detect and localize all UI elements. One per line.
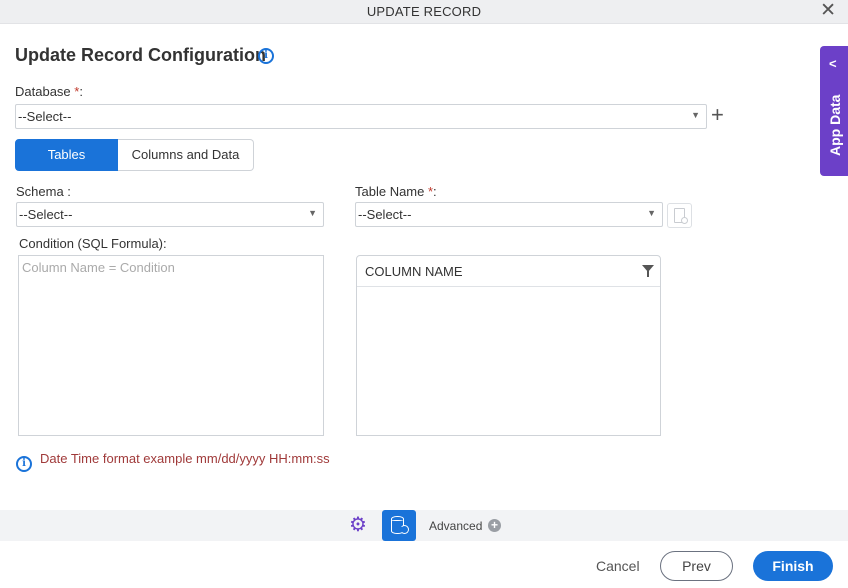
page-title: Update Record Configuration (15, 45, 266, 65)
database-label-text: Database (15, 84, 75, 99)
condition-input[interactable]: Column Name = Condition (18, 255, 324, 436)
refresh-icon (400, 525, 409, 534)
dropdown-arrow-icon: ▼ (691, 110, 700, 120)
label-suffix: : (433, 184, 437, 199)
finish-button[interactable]: Finish (753, 551, 833, 581)
label-suffix: : (79, 84, 83, 99)
date-format-note: i Date Time format example mm/dd/yyyy HH:… (16, 451, 330, 472)
database-select-value: --Select-- (18, 109, 72, 124)
info-icon: i (16, 456, 32, 472)
schema-label: Schema : (16, 184, 71, 199)
table-name-select[interactable]: --Select-- ▼ (355, 202, 663, 227)
tab-bar: Tables Columns and Data (15, 139, 254, 171)
note-text: Date Time format example mm/dd/yyyy HH:m… (40, 451, 330, 466)
column-name-grid: COLUMN NAME (356, 255, 661, 436)
window-title: UPDATE RECORD (366, 4, 482, 19)
bottom-toolbar (0, 510, 848, 541)
filter-icon[interactable] (642, 265, 654, 277)
tab-tables[interactable]: Tables (15, 139, 118, 171)
table-settings-button[interactable] (667, 203, 692, 228)
database-label: Database *: (15, 84, 83, 99)
schema-select-value: --Select-- (19, 207, 73, 222)
dropdown-arrow-icon: ▼ (647, 208, 656, 218)
condition-label: Condition (SQL Formula): (19, 236, 167, 251)
dropdown-arrow-icon: ▼ (308, 208, 317, 218)
gear-icon[interactable]: ⚙ (349, 514, 367, 536)
database-refresh-button[interactable] (382, 510, 416, 541)
settings-badge-icon (681, 217, 688, 224)
advanced-label[interactable]: Advanced (429, 519, 482, 533)
info-icon[interactable]: i (258, 48, 274, 64)
cancel-button[interactable]: Cancel (596, 558, 640, 574)
prev-button[interactable]: Prev (660, 551, 733, 581)
column-name-header: COLUMN NAME (357, 256, 660, 287)
table-name-label-text: Table Name (355, 184, 428, 199)
title-bar: UPDATE RECORD ✕ (0, 0, 848, 24)
app-data-panel-toggle[interactable]: < App Data (820, 46, 848, 176)
advanced-plus-icon[interactable]: + (488, 519, 501, 532)
table-name-select-value: --Select-- (358, 207, 412, 222)
database-select[interactable]: --Select-- ▼ (15, 104, 707, 129)
table-name-label: Table Name *: (355, 184, 437, 199)
chevron-left-icon: < (829, 56, 837, 71)
column-name-header-text: COLUMN NAME (365, 264, 463, 279)
close-icon[interactable]: ✕ (820, 1, 836, 21)
app-data-label: App Data (827, 94, 843, 156)
tab-columns-and-data[interactable]: Columns and Data (118, 139, 254, 171)
add-database-icon[interactable]: + (711, 104, 724, 126)
schema-select[interactable]: --Select-- ▼ (16, 202, 324, 227)
